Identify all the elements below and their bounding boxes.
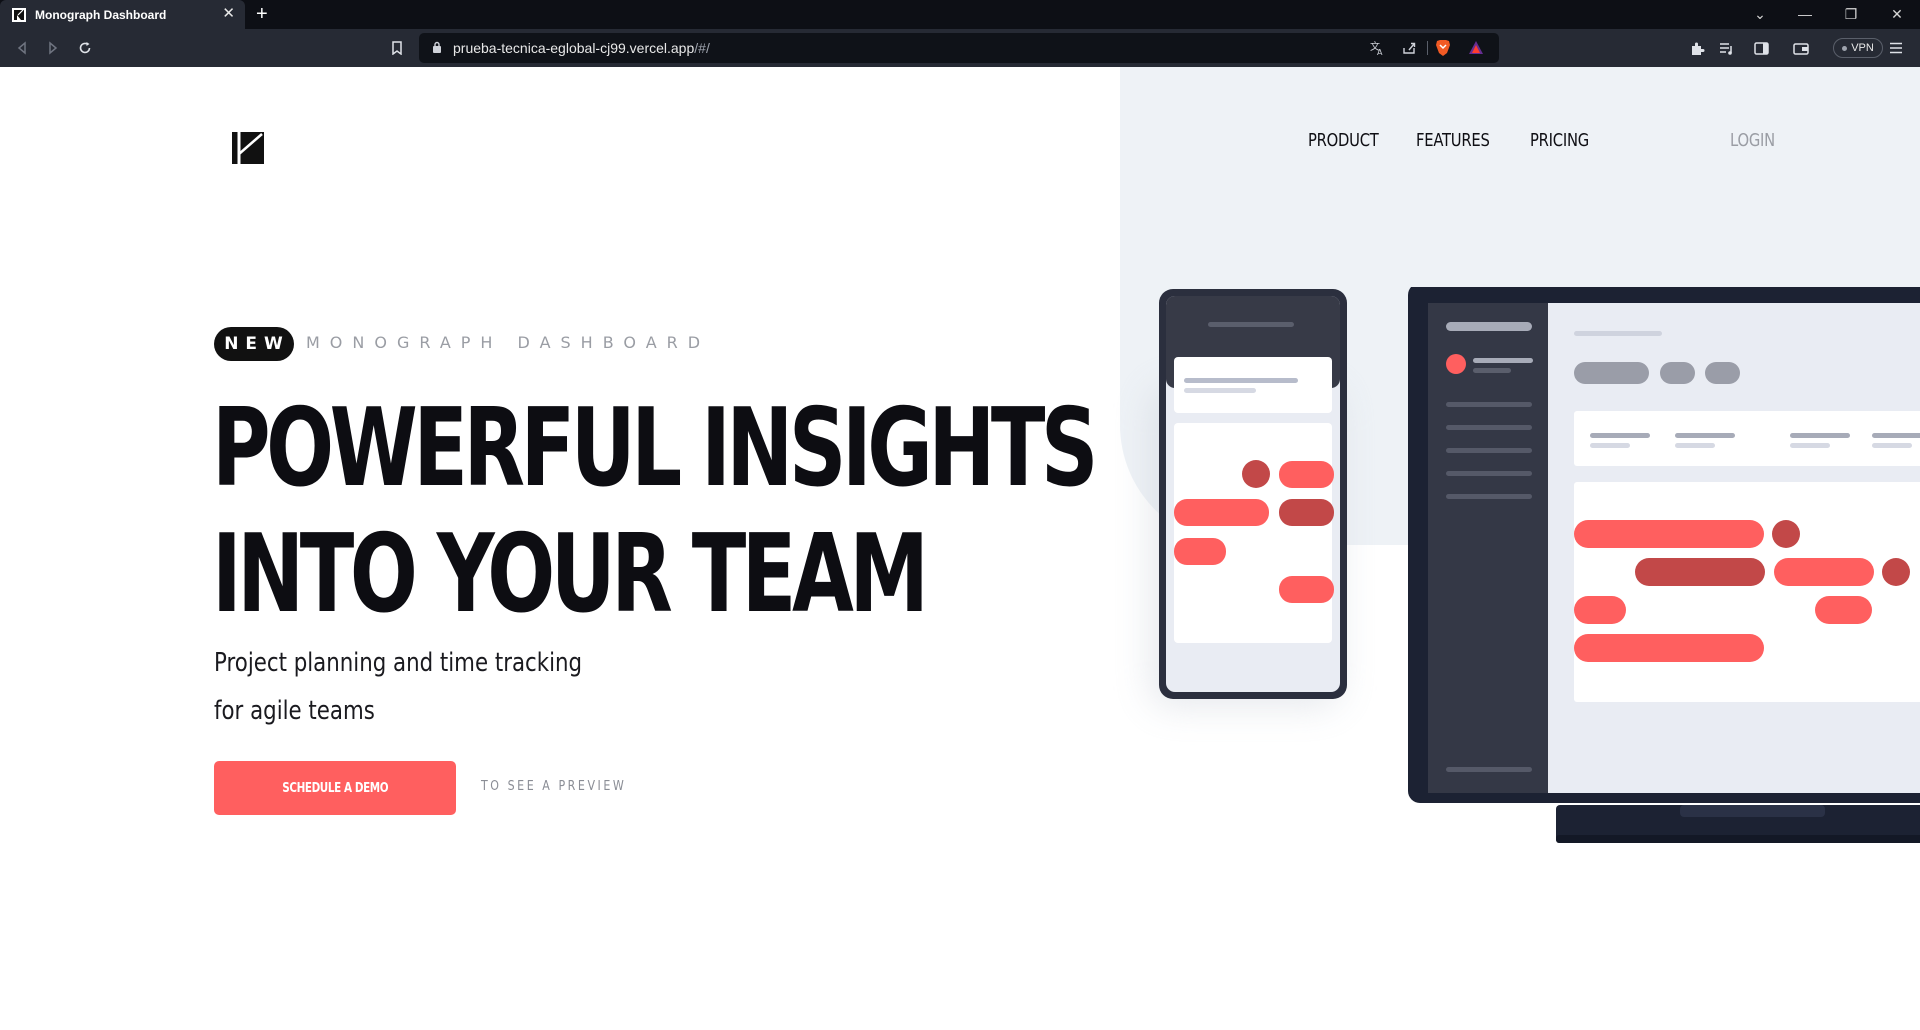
browser-tab-bar: Monograph Dashboard ✕ + ⌄ — ❐ ✕	[0, 0, 1920, 29]
subtitle-line-2: for agile teams	[214, 696, 375, 726]
brave-shields-icon[interactable]	[1435, 39, 1451, 62]
browser-tab[interactable]: Monograph Dashboard ✕	[0, 0, 245, 29]
toolbar-divider	[1427, 41, 1428, 55]
url-path: /#/	[694, 40, 710, 56]
monograph-logo-icon[interactable]	[232, 132, 264, 164]
schedule-demo-label: SCHEDULE A DEMO	[282, 780, 388, 796]
brave-rewards-icon[interactable]	[1468, 40, 1484, 61]
playlist-icon[interactable]	[1716, 38, 1736, 58]
svg-text:A: A	[1377, 48, 1383, 56]
back-icon[interactable]	[12, 38, 32, 58]
devices-illustration	[1150, 287, 1920, 843]
monograph-favicon-icon	[12, 7, 26, 22]
laptop-mockup	[1408, 287, 1920, 843]
phone-mockup	[1159, 289, 1347, 699]
landing-page: PRODUCT FEATURES PRICING LOGIN NEW MONOG…	[0, 67, 1920, 1030]
new-tab-button[interactable]: +	[256, 3, 268, 25]
lock-icon	[432, 41, 442, 59]
nav-features[interactable]: FEATURES	[1416, 130, 1490, 151]
bookmark-icon[interactable]	[387, 38, 407, 58]
address-bar[interactable]: prueba-tecnica-eglobal-cj99.vercel.app/#…	[419, 33, 1499, 63]
headline-line-2: INTO YOUR TEAM	[212, 512, 929, 637]
vpn-status-dot-icon	[1842, 45, 1848, 51]
share-icon[interactable]	[1401, 40, 1417, 61]
schedule-demo-button[interactable]: SCHEDULE A DEMO	[214, 761, 456, 815]
subtitle-line-1: Project planning and time tracking	[214, 648, 583, 678]
sidebar-toggle-icon[interactable]	[1751, 38, 1771, 58]
forward-icon[interactable]	[43, 38, 63, 58]
restore-button[interactable]: ❐	[1836, 4, 1866, 24]
eyebrow-label: MONOGRAPH DASHBOARD	[306, 333, 711, 352]
menu-icon[interactable]	[1886, 38, 1906, 58]
see-preview-link[interactable]: TO SEE A PREVIEW	[481, 779, 626, 794]
nav-pricing[interactable]: PRICING	[1530, 130, 1589, 151]
vpn-label: VPN	[1851, 42, 1874, 54]
nav-login[interactable]: LOGIN	[1730, 130, 1775, 151]
nav-product[interactable]: PRODUCT	[1308, 130, 1379, 151]
headline-line-1: POWERFUL INSIGHTS	[212, 386, 1098, 511]
extensions-icon[interactable]	[1687, 38, 1707, 58]
browser-toolbar: prueba-tecnica-eglobal-cj99.vercel.app/#…	[0, 29, 1920, 67]
tab-close-icon[interactable]: ✕	[222, 6, 235, 22]
vpn-button[interactable]: VPN	[1833, 38, 1883, 58]
url-host: prueba-tecnica-eglobal-cj99.vercel.app	[453, 40, 695, 56]
minimize-button[interactable]: —	[1790, 4, 1820, 24]
close-window-button[interactable]: ✕	[1882, 4, 1912, 24]
translate-icon[interactable]: 文A	[1369, 40, 1385, 59]
tab-title: Monograph Dashboard	[35, 7, 167, 22]
reload-icon[interactable]	[75, 38, 95, 58]
new-badge: NEW	[214, 327, 294, 361]
tab-search-icon[interactable]: ⌄	[1745, 4, 1775, 24]
wallet-icon[interactable]	[1791, 38, 1811, 58]
url-text: prueba-tecnica-eglobal-cj99.vercel.app/#…	[453, 40, 710, 56]
